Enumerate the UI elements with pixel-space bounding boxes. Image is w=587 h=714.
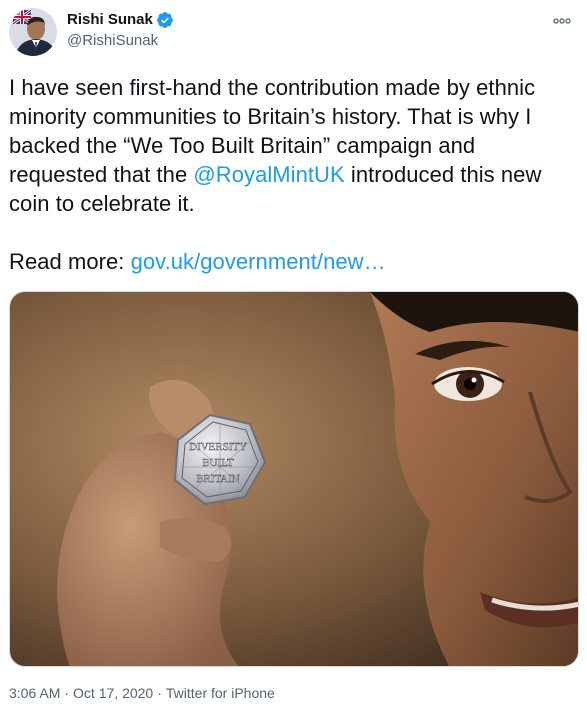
tweet-text-segment: backed the “We Too Built Britain” campai… [9,133,476,158]
tweet-date[interactable]: Oct 17, 2020 [73,685,153,701]
tweet-line: backed the “We Too Built Britain” campai… [9,131,579,160]
tweet-text-segment: coin to celebrate it. [9,191,195,216]
author-handle[interactable]: @RishiSunak [67,31,158,51]
author-name-row[interactable]: Rishi Sunak [67,10,174,30]
tweet-text: I have seen first-hand the contribution … [9,73,579,276]
separator: · [157,685,162,701]
tweet-source[interactable]: Twitter for iPhone [166,685,275,701]
coin-text-line: DIVERSITY [189,441,247,453]
photo-image: DIVERSITY BUILT BRITAIN [10,292,578,666]
tweet-photo[interactable]: DIVERSITY BUILT BRITAIN [9,291,579,667]
tweet-line: I have seen first-hand the contribution … [9,73,579,102]
tweet-text-segment: introduced this new [344,162,542,187]
coin-text-line: BUILT [202,457,234,469]
tweet-line: minority communities to Britain’s histor… [9,102,579,131]
tweet-time[interactable]: 3:06 AM [9,685,60,701]
tweet-text-segment: I have seen first-hand the contribution … [9,75,536,100]
tweet-metadata: 3:06 AM · Oct 17, 2020 · Twitter for iPhone [9,683,275,703]
more-options-button[interactable] [551,12,573,30]
verified-badge-icon [156,12,173,28]
tweet-line: Read more: gov.uk/government/new… [9,247,579,276]
read-more-label: Read more: [9,249,131,274]
tweet-text-segment: requested that the [9,162,194,187]
tweet-line: requested that the @RoyalMintUK introduc… [9,160,579,189]
url-link[interactable]: gov.uk/government/new… [131,249,386,274]
avatar[interactable] [9,8,57,56]
tweet-text-segment: minority communities to Britain’s histor… [9,104,532,129]
tweet-line: coin to celebrate it. [9,189,579,218]
more-dots-icon [553,18,571,24]
separator: · [64,685,70,701]
coin-text-line: BRITAIN [196,473,240,485]
display-name: Rishi Sunak [67,11,153,28]
mention-link[interactable]: @RoyalMintUK [193,162,344,187]
avatar-image [9,8,57,56]
tweet-header: Rishi Sunak @RishiSunak [0,0,587,66]
